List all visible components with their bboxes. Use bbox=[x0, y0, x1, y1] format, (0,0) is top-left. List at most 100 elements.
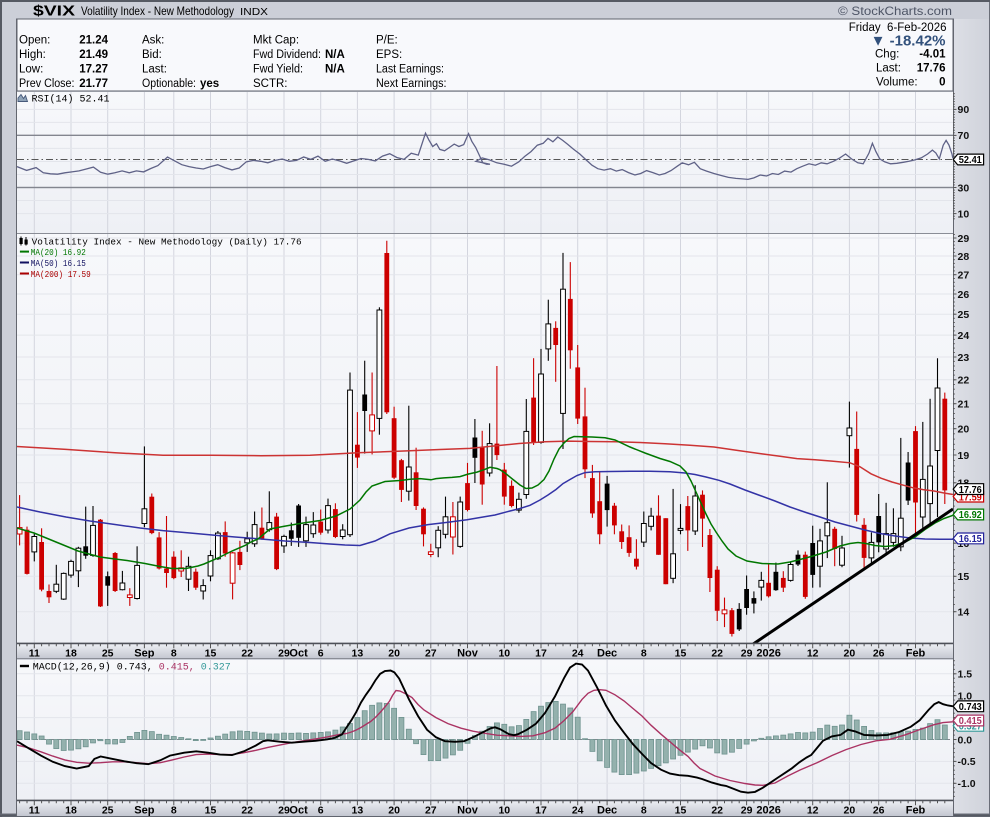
svg-text:25: 25 bbox=[102, 805, 114, 817]
svg-text:10: 10 bbox=[958, 208, 970, 220]
svg-text:17: 17 bbox=[535, 648, 547, 660]
svg-text:1.5: 1.5 bbox=[958, 669, 973, 681]
svg-text:21.77: 21.77 bbox=[79, 78, 108, 90]
svg-text:20: 20 bbox=[844, 648, 856, 660]
svg-text:15: 15 bbox=[205, 805, 217, 817]
svg-text:24: 24 bbox=[572, 805, 584, 817]
svg-text:Volume:: Volume: bbox=[876, 77, 918, 89]
svg-text:21.24: 21.24 bbox=[79, 35, 108, 47]
svg-text:13: 13 bbox=[352, 805, 364, 817]
svg-text:11: 11 bbox=[29, 648, 40, 660]
svg-text:22: 22 bbox=[241, 805, 253, 817]
svg-text:RSI(14) 52.41: RSI(14) 52.41 bbox=[32, 93, 110, 105]
svg-text:22: 22 bbox=[711, 648, 723, 660]
svg-text:MA(50) 16.15: MA(50) 16.15 bbox=[31, 259, 86, 269]
svg-text:$VIX: $VIX bbox=[33, 3, 75, 20]
svg-text:22: 22 bbox=[711, 805, 723, 817]
svg-text:▼ -18.42%: ▼ -18.42% bbox=[871, 33, 946, 50]
svg-text:N/A: N/A bbox=[325, 64, 345, 76]
svg-text:12: 12 bbox=[807, 648, 819, 660]
svg-text:-0.5: -0.5 bbox=[958, 756, 976, 768]
svg-text:14: 14 bbox=[958, 607, 970, 619]
svg-text:13: 13 bbox=[352, 648, 364, 660]
svg-text:8: 8 bbox=[641, 648, 647, 660]
svg-text:27: 27 bbox=[425, 805, 437, 817]
svg-text:15: 15 bbox=[958, 571, 970, 583]
svg-text:N/A: N/A bbox=[325, 49, 345, 61]
svg-text:18: 18 bbox=[65, 805, 77, 817]
svg-text:8: 8 bbox=[171, 805, 177, 817]
svg-text:22: 22 bbox=[958, 375, 970, 387]
svg-text:21.49: 21.49 bbox=[79, 49, 108, 61]
svg-text:25: 25 bbox=[958, 309, 970, 321]
svg-text:yes: yes bbox=[200, 78, 219, 90]
svg-text:Ask:: Ask: bbox=[142, 35, 164, 47]
svg-text:Oct: Oct bbox=[289, 648, 308, 660]
svg-text:Last:: Last: bbox=[142, 64, 167, 76]
svg-text:Nov: Nov bbox=[457, 805, 479, 817]
svg-text:27: 27 bbox=[425, 648, 437, 660]
svg-text:16.92: 16.92 bbox=[959, 510, 982, 521]
svg-text:26: 26 bbox=[958, 289, 970, 301]
svg-text:11: 11 bbox=[29, 805, 40, 817]
svg-text:26: 26 bbox=[873, 805, 885, 817]
svg-text:0.0: 0.0 bbox=[958, 734, 973, 746]
svg-text:0: 0 bbox=[939, 77, 945, 89]
svg-text:26: 26 bbox=[873, 648, 885, 660]
svg-text:17: 17 bbox=[535, 805, 547, 817]
svg-text:-1.0: -1.0 bbox=[958, 778, 976, 790]
svg-text:12: 12 bbox=[807, 805, 819, 817]
svg-text:27: 27 bbox=[958, 270, 970, 282]
svg-text:2026: 2026 bbox=[756, 648, 780, 660]
svg-text:15: 15 bbox=[675, 648, 687, 660]
svg-text:10: 10 bbox=[498, 648, 510, 660]
svg-text:19: 19 bbox=[958, 450, 970, 462]
svg-text:8: 8 bbox=[171, 648, 177, 660]
svg-text:P/E:: P/E: bbox=[376, 35, 398, 47]
svg-text:Feb: Feb bbox=[906, 648, 926, 660]
svg-text:Low:: Low: bbox=[19, 64, 43, 76]
svg-text:MACD(12,26,9) 0.743,: MACD(12,26,9) 0.743, bbox=[33, 662, 153, 674]
svg-text:30: 30 bbox=[958, 182, 970, 194]
svg-text:Dec: Dec bbox=[597, 648, 617, 660]
svg-text:Fwd Yield:: Fwd Yield: bbox=[253, 64, 303, 76]
svg-text:© StockCharts.com: © StockCharts.com bbox=[838, 4, 952, 18]
svg-text:-4.01: -4.01 bbox=[919, 49, 946, 61]
svg-text:15: 15 bbox=[675, 805, 687, 817]
svg-text:70: 70 bbox=[958, 130, 970, 142]
svg-text:0.743: 0.743 bbox=[959, 702, 982, 713]
svg-text:90: 90 bbox=[958, 104, 970, 116]
svg-text:0.415,: 0.415, bbox=[159, 663, 195, 674]
svg-text:15: 15 bbox=[205, 648, 217, 660]
svg-text:Sep: Sep bbox=[134, 805, 154, 817]
svg-text:Oct: Oct bbox=[289, 805, 308, 817]
svg-text:20: 20 bbox=[844, 805, 856, 817]
svg-text:6: 6 bbox=[318, 648, 324, 660]
svg-text:22: 22 bbox=[241, 648, 253, 660]
svg-text:Dec: Dec bbox=[597, 805, 617, 817]
svg-text:Fwd Dividend:: Fwd Dividend: bbox=[253, 49, 321, 61]
svg-text:0.415: 0.415 bbox=[959, 716, 982, 727]
svg-text:EPS:: EPS: bbox=[376, 49, 402, 61]
svg-text:Last:: Last: bbox=[876, 63, 901, 75]
svg-text:INDX: INDX bbox=[240, 6, 268, 18]
svg-text:29: 29 bbox=[741, 805, 753, 817]
svg-text:Volatility Index - New Methodo: Volatility Index - New Methodology bbox=[81, 4, 234, 18]
svg-text:0.327: 0.327 bbox=[201, 663, 231, 674]
svg-text:29: 29 bbox=[278, 805, 290, 817]
svg-text:23: 23 bbox=[958, 352, 970, 364]
svg-text:29: 29 bbox=[958, 233, 970, 245]
svg-text:Sep: Sep bbox=[134, 648, 154, 660]
svg-text:Chg:: Chg: bbox=[875, 49, 899, 61]
svg-text:18: 18 bbox=[65, 648, 77, 660]
svg-text:21: 21 bbox=[958, 399, 970, 411]
svg-text:20: 20 bbox=[388, 648, 400, 660]
svg-text:29: 29 bbox=[741, 648, 753, 660]
svg-text:20: 20 bbox=[958, 424, 970, 436]
svg-text:6: 6 bbox=[318, 805, 324, 817]
svg-text:Feb: Feb bbox=[906, 805, 926, 817]
svg-text:29: 29 bbox=[278, 648, 290, 660]
svg-text:52.41: 52.41 bbox=[959, 155, 982, 166]
svg-text:20: 20 bbox=[388, 805, 400, 817]
svg-text:25: 25 bbox=[102, 648, 114, 660]
